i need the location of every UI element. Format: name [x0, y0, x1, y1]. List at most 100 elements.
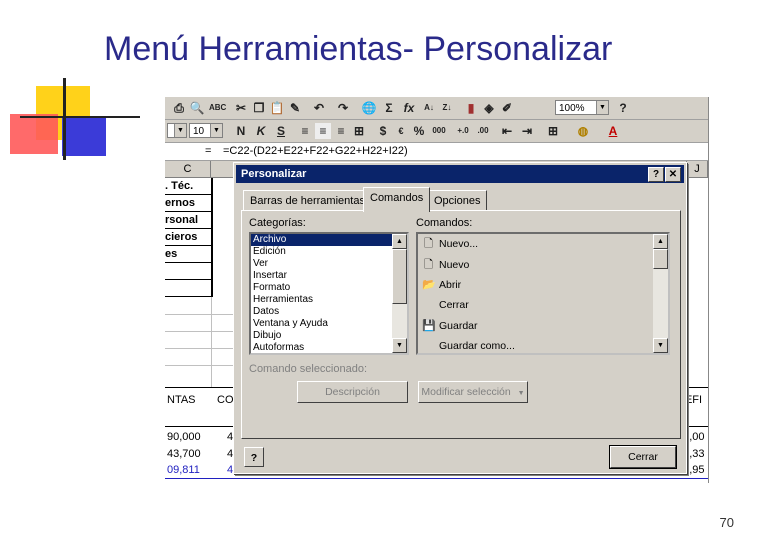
bold-button[interactable]: N: [233, 123, 249, 139]
font-name-select[interactable]: ▼: [167, 123, 187, 138]
undo-icon[interactable]: ↶: [311, 100, 327, 116]
list-item[interactable]: Formato: [251, 282, 407, 294]
list-item[interactable]: Herramientas: [251, 294, 407, 306]
decrease-decimal-icon[interactable]: .00: [475, 123, 491, 139]
chevron-down-icon: ▼: [517, 390, 525, 397]
copy-icon[interactable]: ❐: [251, 100, 267, 116]
modify-selection-button[interactable]: Modificar selección ▼: [418, 381, 528, 403]
list-item[interactable]: Ver: [251, 258, 407, 270]
font-size-select[interactable]: 10 ▼: [189, 123, 223, 138]
close-button[interactable]: Cerrar: [609, 445, 677, 469]
merge-center-icon[interactable]: ⊞: [351, 123, 367, 139]
chart-wizard-icon[interactable]: ▮: [463, 100, 479, 116]
underline-button[interactable]: S: [273, 123, 289, 139]
cell-left-empty[interactable]: [165, 280, 213, 297]
scroll-up-icon[interactable]: ▲: [392, 234, 407, 249]
description-button[interactable]: Descripción: [297, 381, 408, 403]
decorative-square-blue: [62, 118, 106, 156]
categories-list[interactable]: Archivo Edición Ver Insertar Formato Her…: [249, 232, 409, 355]
table-cell[interactable]: 09,811: [167, 462, 200, 479]
list-item[interactable]: Insertar: [251, 270, 407, 282]
list-item[interactable]: Ventana y Ayuda: [251, 318, 407, 330]
cut-icon[interactable]: ✂: [233, 100, 249, 116]
commands-scrollbar[interactable]: ▲ ▼: [653, 234, 668, 353]
formula-bar[interactable]: = =C22-(D22+E22+F22+G22+H22+I22): [165, 143, 708, 161]
tab-panel-commands: Categorías: Comandos: Archivo Edición Ve…: [241, 210, 681, 439]
cell-left-empty[interactable]: [165, 263, 213, 280]
save-disk-icon: 💾: [422, 319, 436, 332]
command-item[interactable]: Cerrar: [418, 295, 668, 315]
format-painter-icon[interactable]: ✎: [287, 100, 303, 116]
align-left-icon[interactable]: ≡: [297, 123, 313, 139]
command-label: Cerrar: [439, 299, 469, 312]
list-item[interactable]: Archivo: [251, 234, 407, 246]
office-assistant-icon[interactable]: ?: [615, 100, 631, 116]
print-preview-icon[interactable]: 🔍: [189, 100, 205, 116]
header-cell[interactable]: CO: [217, 392, 234, 409]
redo-icon[interactable]: ↷: [335, 100, 351, 116]
euro-icon[interactable]: €: [393, 123, 409, 139]
command-item[interactable]: 🗋 Nuevo: [418, 254, 668, 274]
zoom-select[interactable]: 100% ▼: [555, 100, 609, 115]
grid-line: [165, 348, 235, 349]
cell-left[interactable]: es: [165, 246, 213, 263]
commands-list[interactable]: 🗋 Nuevo... 🗋 Nuevo 📂 Abrir Cerrar 💾 Guar…: [416, 232, 670, 355]
align-center-icon[interactable]: ≡: [315, 123, 331, 139]
list-item[interactable]: Datos: [251, 306, 407, 318]
scroll-up-icon[interactable]: ▲: [653, 234, 668, 249]
tab-commands[interactable]: Comandos: [363, 187, 431, 212]
categories-label: Categorías:: [249, 217, 306, 229]
column-header-j[interactable]: J: [686, 161, 708, 177]
close-icon[interactable]: ✕: [665, 167, 681, 182]
tab-options[interactable]: Opciones: [427, 190, 488, 211]
header-cell[interactable]: NTAS: [167, 392, 196, 409]
tab-toolbars[interactable]: Barras de herramientas: [243, 190, 372, 211]
font-color-icon[interactable]: A: [605, 123, 621, 139]
sort-descending-icon[interactable]: Z↓: [439, 100, 455, 116]
scroll-down-icon[interactable]: ▼: [392, 338, 407, 353]
print-icon[interactable]: ⎙: [171, 100, 187, 116]
percent-button[interactable]: %: [411, 123, 427, 139]
align-right-icon[interactable]: ≡: [333, 123, 349, 139]
help-title-button[interactable]: ?: [648, 167, 664, 182]
list-item[interactable]: Dibujo: [251, 330, 407, 342]
italic-button[interactable]: K: [253, 123, 269, 139]
cell-left[interactable]: . Téc.: [165, 178, 213, 195]
list-item[interactable]: Autoformas: [251, 342, 407, 353]
sort-ascending-icon[interactable]: A↓: [421, 100, 437, 116]
table-cell[interactable]: 43,700: [167, 446, 201, 463]
command-item[interactable]: 🗋 Nuevo...: [418, 234, 668, 254]
currency-button[interactable]: $: [375, 123, 391, 139]
command-item[interactable]: 💾 Guardar: [418, 316, 668, 336]
cell-left[interactable]: cieros: [165, 229, 213, 246]
help-button[interactable]: ?: [244, 447, 264, 467]
standard-toolbar: ⎙ 🔍 ABC ✂ ❐ 📋 ✎ ↶ ↷ 🌐 Σ fx A↓ Z↓ ▮ ◈ ✐ 1…: [165, 97, 708, 120]
map-icon[interactable]: ◈: [481, 100, 497, 116]
spelling-icon[interactable]: ABC: [209, 100, 226, 116]
cell-left[interactable]: ernos: [165, 195, 213, 212]
paste-icon[interactable]: 📋: [269, 100, 285, 116]
decrease-indent-icon[interactable]: ⇤: [499, 123, 515, 139]
dialog-titlebar[interactable]: Personalizar ? ✕: [236, 165, 684, 183]
hyperlink-icon[interactable]: 🌐: [361, 100, 377, 116]
modify-selection-label: Modificar selección: [421, 386, 511, 398]
increase-indent-icon[interactable]: ⇥: [519, 123, 535, 139]
open-folder-icon: 📂: [422, 278, 436, 291]
scroll-thumb[interactable]: [653, 249, 668, 269]
command-item[interactable]: 📂 Abrir: [418, 275, 668, 295]
categories-scrollbar[interactable]: ▲ ▼: [392, 234, 407, 353]
autosum-icon[interactable]: Σ: [381, 100, 397, 116]
scroll-down-icon[interactable]: ▼: [653, 338, 668, 353]
scroll-thumb[interactable]: [392, 249, 407, 304]
cell-left[interactable]: rsonal: [165, 212, 213, 229]
drawing-icon[interactable]: ✐: [499, 100, 515, 116]
column-header-c[interactable]: C: [165, 161, 211, 177]
table-cell[interactable]: 90,000: [167, 429, 201, 446]
thousands-button[interactable]: 000: [431, 123, 447, 139]
fill-color-icon[interactable]: ◍: [575, 123, 591, 139]
borders-icon[interactable]: ⊞: [545, 123, 561, 139]
function-icon[interactable]: fx: [401, 100, 417, 116]
command-item[interactable]: Guardar como...: [418, 336, 668, 353]
list-item[interactable]: Edición: [251, 246, 407, 258]
increase-decimal-icon[interactable]: +.0: [455, 123, 471, 139]
